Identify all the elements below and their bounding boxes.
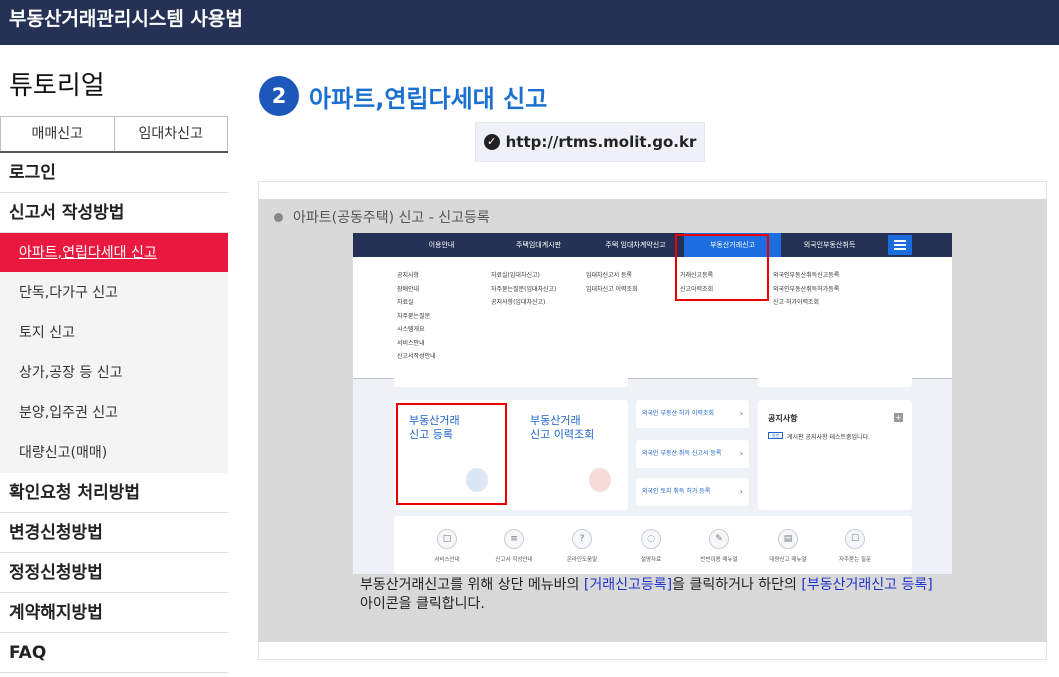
shot-link-text: 외국인 부동산 허가 이력조회 — [642, 410, 714, 417]
tab-sale-report[interactable]: 매매신고 — [0, 116, 115, 153]
document-icon: ≡ — [504, 529, 524, 549]
envelope-icon — [589, 468, 611, 492]
shot-notice-badge: 일반 — [768, 432, 783, 439]
shot-icon-label: 설명자료 — [640, 557, 662, 563]
bulk-manual-icon: ▤ — [778, 529, 798, 549]
chevron-right-icon: › — [739, 409, 743, 418]
sidebar: 튜토리얼 매매신고 임대차신고 로그인 신고서 작성방법 아파트,연립다세대 신… — [0, 45, 228, 677]
highlight-box-menu — [675, 234, 769, 301]
sidebar-item-apartment[interactable]: 아파트,연립다세대 신고 — [0, 233, 228, 273]
shot-link: 공지사항(임대차신고) — [491, 299, 546, 306]
shot-card-strip — [394, 371, 628, 387]
bullet-icon — [274, 212, 283, 222]
chat-icon: ◌ — [641, 529, 661, 549]
embedded-screenshot: 이용안내 주택임대계시판 주택 임대차계약신고 부동산거래신고 외국인부동산취득… — [353, 233, 952, 574]
check-circle-icon: ✓ — [483, 134, 500, 150]
shot-card-text: 신고 이력조회 — [530, 428, 595, 441]
shot-col-3: 임대차신고서 등록 임대차신고 이력조회 — [586, 269, 638, 296]
shot-dropdown: 공지사항 장애안내 자료실 자주묻는질문 시스템개요 서비스안내 신고서작성안내… — [353, 257, 952, 379]
shot-nav: 이용안내 주택임대계시판 주택 임대차계약신고 부동산거래신고 외국인부동산취득 — [353, 233, 952, 257]
sidebar-item-confirm-request[interactable]: 확인요청 처리방법 — [0, 473, 228, 513]
shot-icon-label: 자주묻는 질문 — [838, 557, 872, 563]
shot-link: 외국인부동산취득허가등록 — [773, 285, 840, 293]
sidebar-menu: 로그인 신고서 작성방법 아파트,연립다세대 신고 단독,다가구 신고 토지 신… — [0, 153, 228, 673]
shot-link: 외국인부동산취득신고등록 — [773, 272, 840, 279]
shot-col-2: 자료실(임대차신고) 자주묻는질문(임대차신고) 공지사항(임대차신고) — [491, 269, 556, 310]
shot-nav-lease-report: 주택 임대차계약신고 — [605, 241, 666, 249]
caption-text: 아이콘을 클릭합니다. — [360, 596, 485, 612]
instruction-caption: 부동산거래신고를 위해 상단 메뉴바의 [거래신고등록]을 클릭하거나 하단의 … — [360, 576, 950, 614]
shot-link: 장애안내 — [397, 285, 420, 293]
shot-link: 자주묻는질문 — [397, 312, 431, 320]
shot-icon-label: 대량신고 매뉴얼 — [769, 557, 807, 563]
highlight-box-register — [396, 403, 507, 505]
shot-link-card: 외국인 토지 취득 허가 등록 › — [636, 478, 749, 506]
shot-link: 자료실(임대차신고) — [491, 272, 540, 279]
shot-link: 자주묻는질문(임대차신고) — [491, 285, 557, 293]
chevron-right-icon: › — [739, 449, 743, 458]
caption-text: 부동산거래신고를 위해 상단 메뉴바의 — [360, 577, 584, 593]
shot-nav-guide: 이용안내 — [428, 241, 455, 249]
caption-highlight: [부동산거래신고 등록] — [801, 577, 933, 593]
shot-icon-label: 신고서 작성안내 — [495, 557, 533, 563]
shot-card-history: 부동산거래 신고 이력조회 — [530, 414, 594, 442]
shot-link: 신고서작성안내 — [397, 353, 436, 360]
panel-title: 아파트(공동주택) 신고 - 신고등록 — [274, 207, 490, 227]
chevron-right-icon: › — [739, 487, 743, 496]
shot-link: 서비스안내 — [397, 339, 425, 347]
shot-icon-label: 빈번이용 매뉴얼 — [700, 557, 738, 563]
site-url[interactable]: http://rtms.molit.go.kr — [506, 133, 697, 151]
shot-nav-lease-board: 주택임대계시판 — [515, 241, 562, 249]
shot-link: 공지사항 — [397, 272, 420, 279]
sidebar-item-detached-house[interactable]: 단독,다가구 신고 — [0, 273, 228, 313]
sidebar-title: 튜토리얼 — [9, 71, 105, 101]
sidebar-item-bulk-report[interactable]: 대량신고(매매) — [0, 433, 228, 473]
caption-text: 을 클릭하거나 하단의 — [672, 577, 802, 593]
step-badge: 2 — [259, 76, 299, 116]
shot-card-text: 부동산거래 — [530, 414, 581, 427]
sidebar-item-faq[interactable]: FAQ — [0, 633, 228, 673]
shot-link-text: 외국인 부동산 취득 신고서 등록 — [642, 450, 722, 457]
shot-col-5: 외국인부동산취득신고등록 외국인부동산취득허가등록 신고·허가이력조회 — [773, 269, 839, 310]
sidebar-item-change-request[interactable]: 변경신청방법 — [0, 513, 228, 553]
faq-icon: ☐ — [845, 529, 865, 549]
manual-icon: ✎ — [709, 529, 729, 549]
shot-link: 시스템개요 — [397, 326, 425, 333]
shot-link: 임대차신고 이력조회 — [586, 285, 638, 293]
shot-link-card: 외국인 부동산 허가 이력조회 › — [636, 400, 749, 428]
plus-icon: + — [894, 413, 903, 422]
shot-notice-item: 게시판 공지사항 테스트중입니다. — [787, 434, 871, 441]
help-icon: ? — [572, 529, 592, 549]
shot-link: 임대차신고서 등록 — [586, 272, 633, 279]
tab-lease-report[interactable]: 임대차신고 — [114, 116, 228, 153]
sidebar-item-correction-request[interactable]: 정정신청방법 — [0, 553, 228, 593]
panel-title-text: 아파트(공동주택) 신고 - 신고등록 — [293, 210, 490, 226]
shot-nav-foreign: 외국인부동산취득 — [803, 241, 856, 249]
sidebar-item-login[interactable]: 로그인 — [0, 153, 228, 193]
url-box: ✓ http://rtms.molit.go.kr — [475, 122, 705, 162]
sidebar-item-land[interactable]: 토지 신고 — [0, 313, 228, 353]
shot-link: 자료실 — [397, 299, 414, 306]
page-title: 아파트,연립다세대 신고 — [309, 84, 548, 113]
app-title: 부동산거래관리시스템 사용법 — [0, 0, 1059, 45]
sidebar-item-presale[interactable]: 분양,입주권 신고 — [0, 393, 228, 433]
shot-col-1: 공지사항 장애안내 자료실 자주묻는질문 시스템개요 서비스안내 신고서작성안내 — [397, 269, 436, 364]
shot-link-card: 외국인 부동산 취득 신고서 등록 › — [636, 440, 749, 468]
sidebar-item-cancel-contract[interactable]: 계약해지방법 — [0, 593, 228, 633]
shot-link-text: 외국인 토지 취득 허가 등록 — [642, 488, 711, 495]
section-heading: 2 아파트,연립다세대 신고 — [259, 76, 547, 116]
sidebar-item-commercial[interactable]: 상가,공장 등 신고 — [0, 353, 228, 393]
shot-notice-title: 공지사항 — [768, 414, 798, 423]
shot-link: 신고·허가이력조회 — [773, 299, 820, 306]
info-icon: □ — [437, 529, 457, 549]
shot-icon-label: 서비스안내 — [434, 557, 460, 563]
sidebar-tabs: 매매신고 임대차신고 — [0, 116, 228, 153]
shot-icon-label: 온라인도움말 — [566, 557, 598, 563]
shot-card-strip — [758, 371, 912, 387]
caption-highlight: [거래신고등록] — [583, 577, 673, 593]
sidebar-item-how-to-write[interactable]: 신고서 작성방법 — [0, 193, 228, 233]
hamburger-menu-icon — [888, 235, 912, 255]
